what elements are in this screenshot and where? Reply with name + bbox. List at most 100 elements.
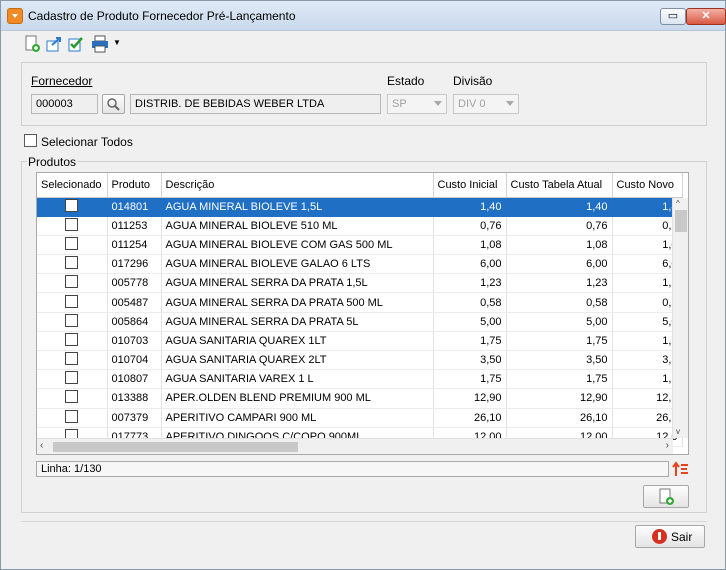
checkbox[interactable]: [65, 236, 79, 250]
table-row[interactable]: 005778 AGUA MINERAL SERRA DA PRATA 1,5L 1,…: [37, 273, 683, 294]
checkbox[interactable]: [65, 352, 79, 366]
fornecedor-label[interactable]: Fornecedor: [31, 74, 92, 88]
table-row[interactable]: 010704 AGUA SANITARIA QUAREX 2LT 3,50 3,50 3…: [37, 350, 683, 371]
estado-label: Estado: [387, 74, 425, 88]
scroll-up-icon[interactable]: ^: [676, 199, 680, 208]
column-header[interactable]: Produto: [107, 173, 162, 198]
divisao-select[interactable]: DIV 0: [453, 94, 519, 114]
add-product-button[interactable]: [643, 485, 689, 508]
row-select-checkbox[interactable]: [37, 388, 108, 409]
produtos-label: Produtos: [27, 155, 78, 169]
product-description-cell: AGUA MINERAL BIOLEVE 510 ML: [161, 216, 434, 236]
print-icon[interactable]: [91, 35, 109, 53]
column-header[interactable]: Custo Tabela Atual: [506, 173, 613, 198]
column-header[interactable]: Selecionado: [37, 173, 108, 198]
custo-atual-cell: 1,75: [506, 331, 613, 352]
app-menu-icon[interactable]: [7, 8, 23, 24]
products-grid: Selecionado Produto Descrição Custo Inicial…: [36, 172, 689, 455]
checkbox[interactable]: [65, 198, 79, 212]
table-row[interactable]: 017296 AGUA MINERAL BIOLEVE GALAO 6 LTS 6,…: [37, 254, 683, 275]
search-icon: [107, 98, 120, 111]
row-select-checkbox[interactable]: [37, 331, 108, 352]
row-select-checkbox[interactable]: [37, 197, 108, 217]
exit-icon: [652, 529, 667, 544]
product-code-cell: 007379: [107, 408, 162, 428]
horizontal-scrollbar[interactable]: ‹ ›: [37, 438, 673, 454]
custo-inicial-cell: 0,76: [433, 216, 507, 236]
table-row[interactable]: 005864 AGUA MINERAL SERRA DA PRATA 5L 5,00…: [37, 312, 683, 332]
row-select-checkbox[interactable]: [37, 216, 108, 236]
check-doc-icon[interactable]: [67, 35, 85, 53]
column-header[interactable]: Custo Novo: [612, 173, 683, 198]
custo-atual-cell: 3,50: [506, 350, 613, 371]
vertical-scrollbar[interactable]: ^ v: [672, 198, 688, 438]
vertical-scroll-thumb[interactable]: [675, 210, 687, 232]
horizontal-scroll-thumb[interactable]: [53, 442, 298, 452]
product-description-cell: AGUA MINERAL SERRA DA PRATA 1,5L: [161, 273, 434, 294]
export-icon[interactable]: [45, 35, 63, 53]
scroll-down-icon[interactable]: v: [676, 427, 680, 436]
product-code-cell: 005778: [107, 273, 162, 294]
table-row[interactable]: 010703 AGUA SANITARIA QUAREX 1LT 1,75 1,75 1…: [37, 331, 683, 352]
row-select-checkbox[interactable]: [37, 312, 108, 332]
table-row[interactable]: 010807 AGUA SANITARIA VAREX 1 L 1,75 1,75 1,…: [37, 369, 683, 390]
row-select-checkbox[interactable]: [37, 408, 108, 428]
row-select-checkbox[interactable]: [37, 350, 108, 371]
table-row[interactable]: 011254 AGUA MINERAL BIOLEVE COM GAS 500 M…: [37, 235, 683, 256]
custo-inicial-cell: 1,23: [433, 273, 507, 294]
product-code-cell: 010703: [107, 331, 162, 352]
sair-button[interactable]: Sair: [635, 525, 705, 548]
custo-atual-cell: 26,10: [506, 408, 613, 428]
product-description-cell: AGUA SANITARIA VAREX 1 L: [161, 369, 434, 390]
custo-atual-cell: 6,00: [506, 254, 613, 275]
product-code-cell: 005487: [107, 292, 162, 313]
fornecedor-code-field[interactable]: 000003: [31, 94, 98, 114]
checkbox[interactable]: [65, 256, 79, 270]
print-dropdown-icon[interactable]: ▼: [113, 38, 121, 47]
table-row[interactable]: 013388 APER.OLDEN BLEND PREMIUM 900 ML 12,…: [37, 388, 683, 409]
row-select-checkbox[interactable]: [37, 235, 108, 256]
product-description-cell: AGUA SANITARIA QUAREX 2LT: [161, 350, 434, 371]
sort-order-icon[interactable]: [672, 461, 690, 477]
product-code-cell: 014801: [107, 197, 162, 217]
table-row[interactable]: 007379 APERITIVO CAMPARI 900 ML 26,10 26,10…: [37, 408, 683, 428]
checkbox[interactable]: [65, 332, 79, 346]
new-doc-icon[interactable]: [23, 35, 41, 53]
checkbox[interactable]: [65, 313, 79, 327]
scroll-left-icon[interactable]: ‹: [40, 440, 43, 451]
row-select-checkbox[interactable]: [37, 292, 108, 313]
checkbox[interactable]: [65, 390, 79, 404]
custo-inicial-cell: 12,90: [433, 388, 507, 409]
column-header[interactable]: Custo Inicial: [433, 173, 507, 198]
checkbox[interactable]: [65, 409, 79, 423]
row-select-checkbox[interactable]: [37, 369, 108, 390]
row-select-checkbox[interactable]: [37, 254, 108, 275]
column-header[interactable]: Descrição: [161, 173, 434, 198]
custo-inicial-cell: 0,58: [433, 292, 507, 313]
checkbox[interactable]: [65, 371, 79, 385]
custo-atual-cell: 0,76: [506, 216, 613, 236]
checkbox[interactable]: [65, 275, 79, 289]
table-row[interactable]: 011253 AGUA MINERAL BIOLEVE 510 ML 0,76 0,7…: [37, 216, 683, 236]
custo-inicial-cell: 1,75: [433, 331, 507, 352]
custo-inicial-cell: 5,00: [433, 312, 507, 332]
table-row[interactable]: 014801 AGUA MINERAL BIOLEVE 1,5L 1,40 1,40 1…: [37, 197, 683, 217]
custo-atual-cell: 12,90: [506, 388, 613, 409]
table-row[interactable]: 005487 AGUA MINERAL SERRA DA PRATA 500 ML…: [37, 292, 683, 313]
checkbox[interactable]: [65, 217, 79, 231]
select-all-checkbox[interactable]: [24, 134, 37, 150]
select-all-label[interactable]: Selecionar Todos: [41, 135, 133, 149]
estado-select[interactable]: SP: [387, 94, 447, 114]
restore-button[interactable]: ▭: [660, 8, 686, 25]
custo-inicial-cell: 3,50: [433, 350, 507, 371]
close-button[interactable]: ✕: [686, 8, 726, 25]
product-description-cell: APER.OLDEN BLEND PREMIUM 900 ML: [161, 388, 434, 409]
product-description-cell: AGUA MINERAL BIOLEVE GALAO 6 LTS: [161, 254, 434, 275]
row-select-checkbox[interactable]: [37, 273, 108, 294]
custo-atual-cell: 1,08: [506, 235, 613, 256]
custo-atual-cell: 0,58: [506, 292, 613, 313]
checkbox[interactable]: [65, 294, 79, 308]
search-fornecedor-button[interactable]: [102, 94, 125, 114]
divisao-label: Divisão: [453, 74, 493, 88]
scroll-right-icon[interactable]: ›: [666, 440, 669, 451]
